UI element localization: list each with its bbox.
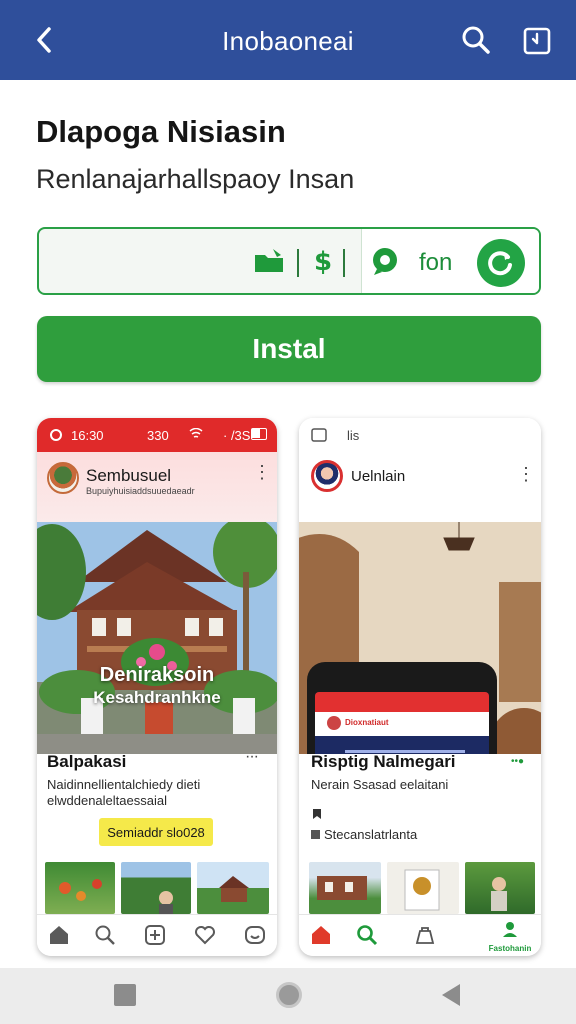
app-name: Dlapoga Nisiasin bbox=[36, 114, 286, 149]
app-subtitle: Renlanajarhallspaoy Insan bbox=[36, 164, 355, 194]
app-bar: Inobaoneai bbox=[0, 0, 576, 80]
image-icon bbox=[311, 428, 327, 442]
heart-icon[interactable] bbox=[193, 923, 217, 947]
thumbnail-row bbox=[299, 862, 541, 914]
feature-label: fon bbox=[419, 249, 453, 276]
thumbnail[interactable] bbox=[387, 862, 459, 914]
post-title: Balpakasi bbox=[47, 752, 127, 771]
hero-text-1: Deniraksoin bbox=[99, 664, 215, 686]
refresh-button[interactable] bbox=[477, 239, 525, 287]
status-dots: ••● bbox=[511, 756, 525, 767]
thumbnail-row bbox=[37, 862, 277, 914]
post-link-label: Stecanslatrlanta bbox=[324, 827, 418, 842]
feature-bar: $ fon bbox=[37, 227, 541, 295]
share-button[interactable] bbox=[520, 24, 554, 58]
home-button[interactable] bbox=[276, 982, 302, 1008]
share-icon bbox=[523, 27, 551, 55]
dollar-icon[interactable]: $ bbox=[305, 243, 341, 279]
status-bar: 16:30 330 · /3S bbox=[37, 418, 277, 452]
profile-header: Sembusuel Bupuiyhuisiaddsuuedaeadr ⋮ bbox=[37, 452, 277, 522]
status-time: 16:30 bbox=[71, 428, 104, 443]
search-icon[interactable] bbox=[93, 923, 117, 947]
home-icon[interactable] bbox=[309, 923, 333, 947]
status-bar: lis bbox=[299, 418, 541, 452]
phone-mockup-photo: Dioxnatiaut bbox=[299, 522, 541, 754]
bottom-tab-bar: Fastohanin bbox=[299, 914, 541, 956]
more-icon[interactable]: ⋮ bbox=[253, 462, 271, 483]
more-icon[interactable]: ··· bbox=[245, 748, 259, 766]
bookmark-icon bbox=[313, 809, 321, 819]
screenshot-card-1[interactable]: 16:30 330 · /3S Sembusuel Bupuiyhuisiadd… bbox=[37, 418, 277, 956]
person-icon bbox=[503, 922, 517, 937]
install-button[interactable]: Instal bbox=[37, 316, 541, 382]
inner-avatar bbox=[327, 716, 341, 730]
house-photo bbox=[37, 522, 277, 754]
svg-text:$: $ bbox=[314, 247, 332, 277]
thumbnail[interactable] bbox=[121, 862, 191, 914]
profile-header: Uelnlain ⋮ bbox=[299, 452, 541, 522]
battery-icon bbox=[251, 428, 267, 440]
back-triangle-icon[interactable] bbox=[440, 982, 462, 1008]
thumbnail[interactable] bbox=[309, 862, 381, 914]
more-icon[interactable]: ⋮ bbox=[517, 464, 535, 485]
screenshot-card-2[interactable]: lis Uelnlain ⋮ Dioxnatiaut Risptig Nalme… bbox=[299, 418, 541, 956]
status-right: · /3S bbox=[223, 428, 251, 443]
search-icon[interactable] bbox=[355, 923, 379, 947]
hero-image: Deniraksoin Kesahdranhkne bbox=[37, 522, 277, 754]
post-description: elwddenaleltaessaial bbox=[47, 793, 167, 808]
add-icon[interactable] bbox=[143, 923, 167, 947]
thumbnail[interactable] bbox=[465, 862, 535, 914]
bag-icon[interactable] bbox=[413, 923, 437, 947]
post-description: Nerain Ssasad eelaitani bbox=[311, 777, 449, 792]
square-icon bbox=[311, 830, 320, 839]
tab-profile[interactable]: Fastohanin bbox=[483, 919, 537, 955]
inner-title: Dioxnatiaut bbox=[345, 718, 389, 727]
feature-divider bbox=[343, 249, 345, 277]
search-icon bbox=[462, 26, 490, 54]
feature-divider bbox=[297, 249, 299, 277]
home-icon[interactable] bbox=[47, 923, 71, 947]
status-text: lis bbox=[347, 428, 360, 443]
status-mid: 330 bbox=[147, 428, 169, 443]
profile-name: Uelnlain bbox=[351, 468, 406, 485]
post-title: Risptig Nalmegari bbox=[311, 752, 456, 771]
system-nav-bar bbox=[0, 968, 576, 1024]
tab-profile-label: Fastohanin bbox=[488, 944, 532, 953]
profile-icon[interactable] bbox=[243, 923, 267, 947]
search-button[interactable] bbox=[458, 22, 494, 58]
chat-icon[interactable] bbox=[367, 243, 403, 279]
hero-text-2: Kesahdranhkne bbox=[93, 688, 221, 707]
phone-mockup: Dioxnatiaut bbox=[307, 662, 497, 754]
bottom-tab-bar bbox=[37, 914, 277, 956]
phone-screen: Dioxnatiaut bbox=[315, 692, 489, 754]
refresh-icon bbox=[488, 251, 512, 276]
recents-button[interactable] bbox=[114, 984, 136, 1006]
folder-icon[interactable] bbox=[251, 243, 287, 279]
wifi-icon bbox=[189, 428, 203, 438]
settings-icon bbox=[50, 429, 62, 441]
inner-bar bbox=[315, 712, 489, 736]
avatar[interactable] bbox=[47, 462, 79, 494]
thumbnail[interactable] bbox=[45, 862, 115, 914]
thumbnail[interactable] bbox=[197, 862, 269, 914]
post-description: Naidinnellientalchiedy dieti bbox=[47, 777, 201, 792]
post-link[interactable]: Stecanslatrlanta bbox=[311, 826, 417, 843]
promo-badge[interactable]: Semiaddr slo028 bbox=[99, 818, 213, 846]
profile-name: Sembusuel bbox=[86, 466, 172, 485]
avatar[interactable] bbox=[311, 460, 343, 492]
profile-subtitle: Bupuiyhuisiaddsuuedaeadr bbox=[86, 486, 195, 496]
